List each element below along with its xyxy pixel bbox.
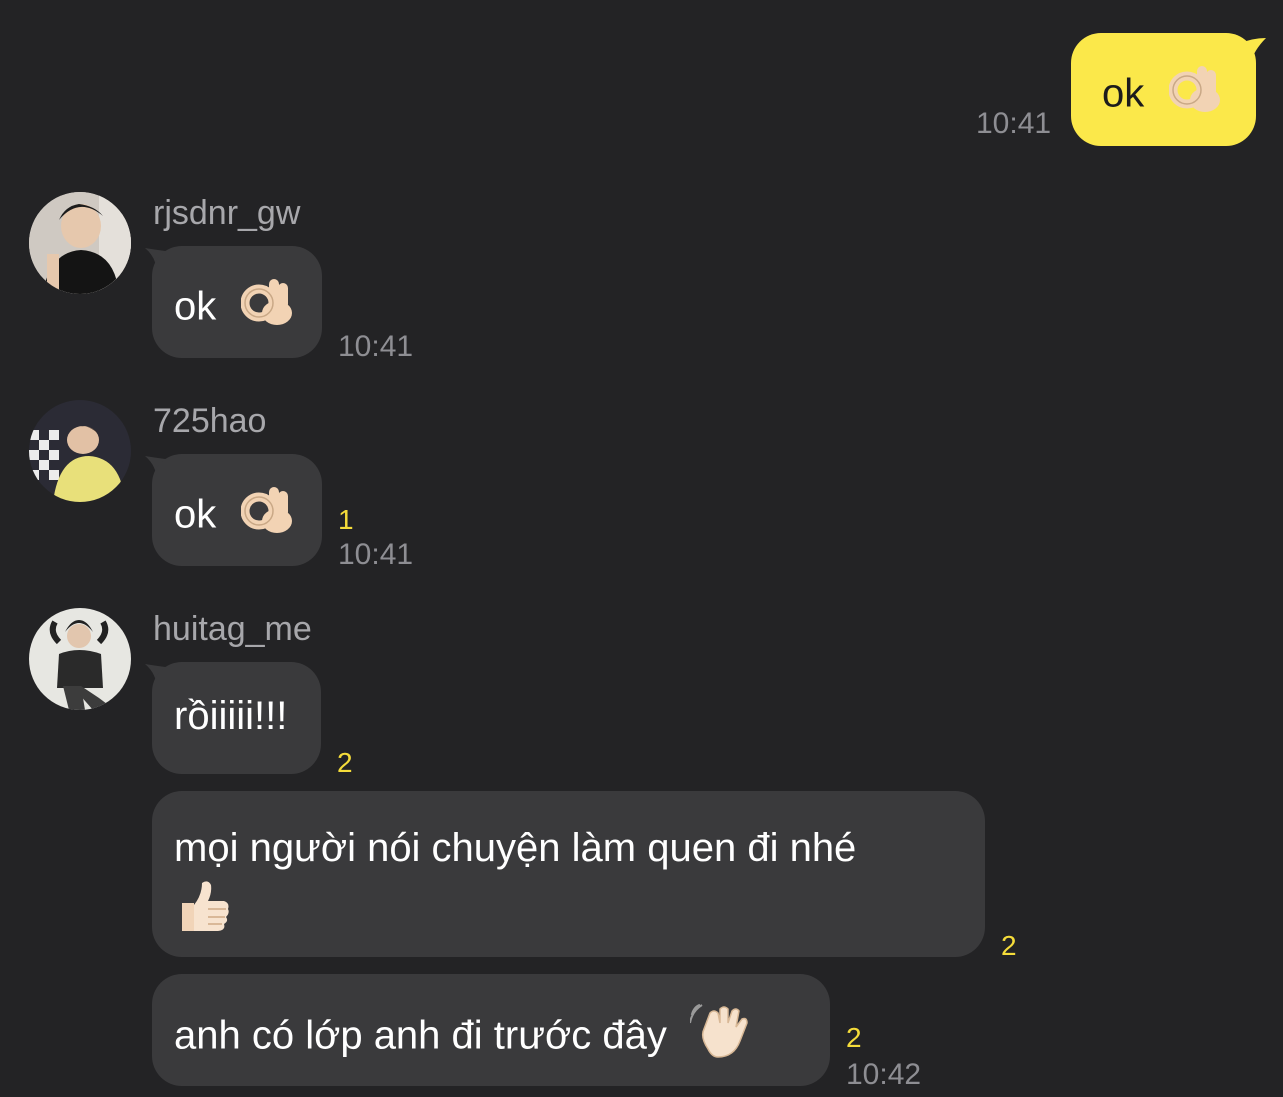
message-bubble[interactable]: anh có lớp anh đi trước đây — [152, 974, 830, 1086]
message-text: anh có lớp anh đi trước đây — [174, 1013, 667, 1058]
sender-username[interactable]: huitag_me — [153, 610, 312, 649]
my-message-bubble[interactable]: ok — [1071, 33, 1256, 146]
avatar[interactable] — [29, 608, 131, 710]
sender-username[interactable]: 725hao — [153, 402, 266, 441]
message-text: ok — [174, 492, 217, 537]
sender-username[interactable]: rjsdnr_gw — [153, 194, 300, 233]
message-text: ok — [174, 284, 217, 329]
ok-hand-emoji-icon — [1168, 60, 1223, 132]
waving-hand-emoji-icon — [688, 1001, 750, 1075]
unread-count: 1 — [338, 504, 354, 535]
unread-count: 2 — [1001, 930, 1017, 961]
message-bubble[interactable]: ok — [152, 454, 322, 566]
thumbs-up-emoji-icon — [174, 877, 232, 951]
timestamp: 10:41 — [338, 538, 414, 571]
message-bubble[interactable]: mọi người nói chuyện làm quen đi nhé — [152, 791, 985, 957]
message-bubble[interactable]: ok — [152, 246, 322, 358]
avatar[interactable] — [29, 192, 131, 294]
timestamp: 10:42 — [846, 1058, 922, 1091]
message-text: mọi người nói chuyện làm quen đi nhé — [174, 826, 857, 870]
avatar[interactable] — [29, 400, 131, 502]
unread-count: 2 — [846, 1022, 862, 1053]
ok-hand-emoji-icon — [240, 273, 295, 345]
unread-count: 2 — [337, 747, 353, 778]
message-text: ok — [1102, 71, 1145, 116]
timestamp: 10:41 — [976, 107, 1052, 140]
message-bubble[interactable]: rồiiiii!!! — [152, 662, 321, 774]
timestamp: 10:41 — [338, 330, 414, 363]
ok-hand-emoji-icon — [240, 481, 295, 553]
my-bubble-tail — [1238, 38, 1266, 64]
message-text: rồiiiii!!! — [174, 694, 288, 738]
